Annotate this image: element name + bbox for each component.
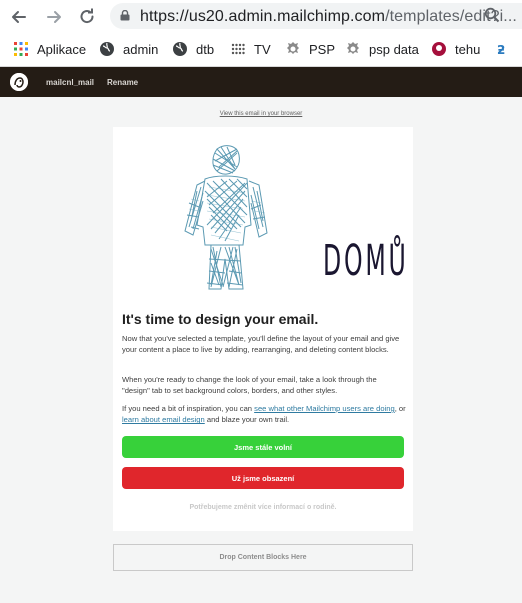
email-body[interactable]: DOMŮ It's time to design your email. Now… (113, 127, 413, 531)
bookmark-label: Aplikace (37, 41, 87, 57)
bookmark-label: TV (254, 41, 271, 57)
bookmark-label: psp data (369, 41, 419, 57)
bookmark-label: PSP (309, 41, 336, 57)
emblem-icon (287, 42, 299, 54)
editor-canvas: View this email in your browser DOMŮ It'… (0, 97, 522, 603)
already-taken-button[interactable]: Už jsme obsazení (122, 467, 404, 489)
browser-chrome: https://us20.admin.mailchimp.com/templat… (0, 0, 522, 67)
bookmark-admin[interactable]: admin (100, 42, 158, 57)
inspiration-text: and blaze your own trail. (204, 415, 290, 425)
emblem-icon (347, 42, 359, 54)
zoom-icon[interactable] (484, 7, 500, 23)
mailchimp-logo-icon[interactable] (10, 73, 28, 91)
globe-icon (100, 42, 114, 56)
tv-icon (231, 43, 245, 55)
reload-icon[interactable] (76, 6, 98, 28)
svg-text:ƻ: ƻ (497, 43, 505, 56)
bookmark-psp-data[interactable]: psp data (346, 42, 419, 57)
bookmark-label: admin (123, 41, 159, 57)
paragraph-layout[interactable]: Now that you've selected a template, you… (122, 333, 406, 355)
bookmarks-bar: Aplikace admin dtb TV PSP psp data tehu … (0, 35, 522, 63)
bookmark-tehu[interactable]: tehu (432, 42, 480, 57)
bookmark-aplikace[interactable]: Aplikace (14, 42, 86, 57)
bookmark-label: tehu (455, 41, 481, 57)
rename-button[interactable]: Rename (107, 78, 138, 87)
bookmark-dtb[interactable]: dtb (173, 42, 214, 57)
lock-icon (120, 10, 130, 21)
back-icon[interactable] (8, 6, 30, 28)
paragraph-design[interactable]: When you're ready to change the look of … (122, 374, 406, 396)
campaign-name[interactable]: mailcnl_mail (46, 78, 94, 87)
mailchimp-users-link[interactable]: see what other Mailchimp users are doing (254, 404, 395, 413)
apps-grid-icon (14, 42, 28, 56)
view-in-browser-link[interactable]: View this email in your browser (0, 111, 522, 117)
forward-icon[interactable] (43, 6, 65, 28)
bookmark-psp[interactable]: PSP (286, 42, 335, 57)
bookmark-tv[interactable]: TV (231, 42, 271, 57)
bookmark-label: dtb (196, 41, 215, 57)
bookmark-translate[interactable]: ƻ (497, 42, 520, 56)
url-main: https://us20.admin.mailchimp.com (140, 8, 386, 25)
address-bar[interactable]: https://us20.admin.mailchimp.com/templat… (110, 3, 522, 29)
brand-logo[interactable]: DOMŮ (177, 143, 406, 293)
url-text: https://us20.admin.mailchimp.com/templat… (140, 8, 517, 26)
email-heading[interactable]: It's time to design your email. (122, 311, 318, 327)
inspiration-text: , or (394, 404, 406, 413)
globe-icon (173, 42, 187, 56)
translate-icon: ƻ (497, 43, 505, 56)
email-design-link[interactable]: learn about email design (122, 415, 205, 424)
brand-text: DOMŮ (323, 236, 409, 286)
drop-content-zone[interactable]: Drop Content Blocks Here (113, 544, 413, 571)
app-top-bar: mailcnl_mail Rename (0, 67, 522, 97)
red-circle-icon (432, 42, 446, 56)
inspiration-text: If you need a bit of inspiration, you ca… (122, 404, 255, 413)
paragraph-inspiration[interactable]: If you need a bit of inspiration, you ca… (122, 403, 406, 425)
still-free-button[interactable]: Jsme stále volní (122, 436, 404, 458)
footer-note[interactable]: Potřebujeme zmênit více informací o rodi… (113, 504, 413, 511)
